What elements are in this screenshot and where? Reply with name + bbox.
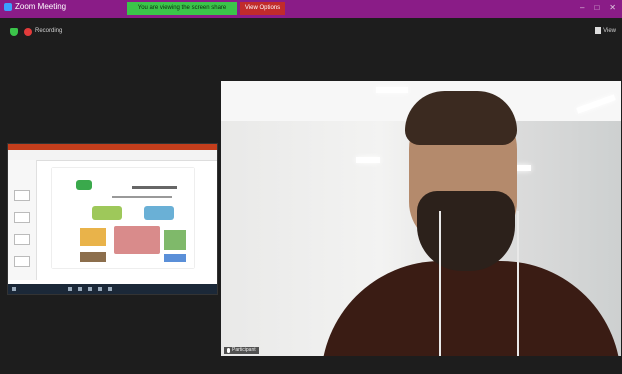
slide-subheading [112, 196, 172, 198]
slide-thumbnail [14, 190, 30, 201]
maximize-icon[interactable]: □ [594, 3, 599, 12]
title-bar: Zoom Meeting You are viewing the screen … [0, 0, 622, 18]
slide-graphic [144, 206, 174, 220]
slide-graphic [80, 228, 106, 246]
taskbar-app-icon[interactable] [68, 287, 72, 291]
participant-name: Participant [232, 347, 256, 353]
slide-graphic [164, 230, 186, 250]
slide-graphic [92, 206, 122, 220]
slide-graphic [114, 226, 160, 254]
share-banner[interactable]: You are viewing the screen share [127, 2, 237, 15]
window-title: Zoom Meeting [15, 2, 67, 11]
slide-graphic [80, 252, 106, 262]
meeting-toolbar: Recording View [0, 18, 622, 46]
view-button[interactable]: View [595, 27, 616, 34]
powerpoint-tabs [8, 150, 217, 161]
view-options-button[interactable]: View Options [240, 2, 285, 15]
screen-share-thumbnail[interactable] [7, 143, 218, 295]
person-beard [417, 191, 515, 271]
slide-thumbnail [14, 256, 30, 267]
slide-panel [8, 160, 37, 280]
mic-icon [227, 348, 230, 353]
view-label: View [603, 27, 616, 34]
window-controls: – □ ✕ [580, 3, 616, 12]
slide-graphic [164, 254, 186, 262]
close-icon[interactable]: ✕ [609, 3, 616, 12]
participant-video[interactable]: Participant [221, 81, 621, 356]
taskbar-app-icon[interactable] [108, 287, 112, 291]
start-icon[interactable] [12, 287, 16, 291]
taskbar-app-icon[interactable] [88, 287, 92, 291]
record-dot-icon [24, 28, 32, 36]
view-icon [595, 27, 602, 34]
slide-canvas [52, 168, 194, 268]
ceiling-light [376, 87, 408, 93]
zoom-icon [4, 2, 12, 11]
shield-icon[interactable] [10, 28, 18, 36]
taskbar-app-icon[interactable] [98, 287, 102, 291]
ceiling-light [356, 157, 380, 163]
recording-label[interactable]: Recording [35, 28, 62, 34]
taskbar-app-icon[interactable] [78, 287, 82, 291]
slide-thumbnail [14, 234, 30, 245]
taskbar [8, 284, 217, 294]
person-hair [405, 91, 517, 145]
app-title: Zoom Meeting [4, 2, 66, 11]
earphone-cable [517, 211, 519, 356]
earphone-cable [439, 211, 441, 356]
participant-name-tag: Participant [224, 347, 259, 354]
slide-heading [132, 186, 177, 189]
slide-thumbnail [14, 212, 30, 223]
slide-logo [76, 180, 92, 190]
minimize-icon[interactable]: – [580, 3, 584, 12]
